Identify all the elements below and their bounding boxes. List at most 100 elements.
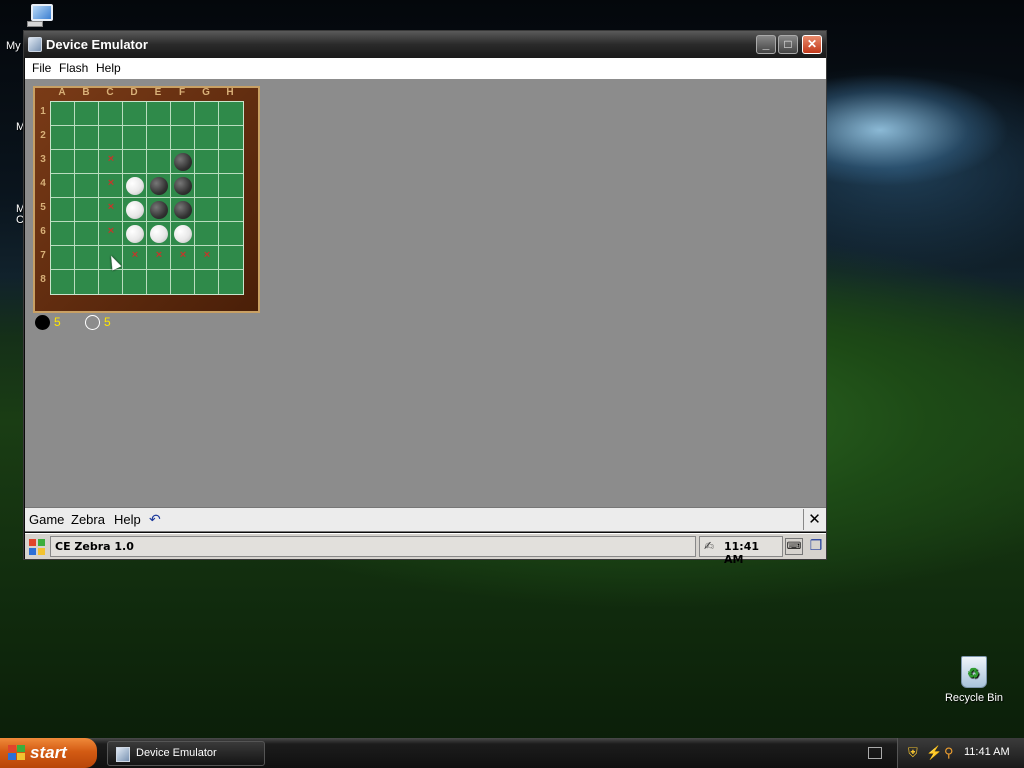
network-icon[interactable]: ⚡	[926, 745, 942, 761]
board-cell[interactable]	[123, 126, 147, 150]
security-shield-icon[interactable]: ⛨	[908, 745, 918, 761]
board-cell[interactable]	[219, 174, 243, 198]
board-cell[interactable]	[219, 126, 243, 150]
maximize-button[interactable]: □	[778, 35, 798, 54]
board-cell[interactable]	[195, 174, 219, 198]
search-icon[interactable]: ⚲	[944, 745, 954, 761]
ce-close-button[interactable]: ✕	[803, 509, 825, 530]
window-switch-icon[interactable]: ❐	[807, 537, 825, 556]
legal-move-marker[interactable]: ×	[171, 249, 195, 261]
board-cell[interactable]	[195, 150, 219, 174]
board-cell[interactable]	[195, 102, 219, 126]
row-label: 7	[40, 250, 46, 261]
board-cell[interactable]	[171, 102, 195, 126]
othello-board[interactable]: × × × × × × × × ABCDEFGH12345678	[33, 86, 260, 313]
device-screen[interactable]: × × × × × × × × ABCDEFGH12345678 5 5	[25, 79, 826, 507]
board-cell[interactable]	[147, 222, 171, 246]
board-cell[interactable]: ×	[99, 174, 123, 198]
board-cell[interactable]	[51, 270, 75, 294]
windows-flag-icon[interactable]	[27, 537, 47, 557]
menu-flash[interactable]: Flash	[59, 61, 88, 75]
board-cell[interactable]	[75, 198, 99, 222]
board-cell[interactable]: ×	[123, 246, 147, 270]
recycle-bin[interactable]: ♻ Recycle Bin	[938, 656, 1010, 704]
board-cell[interactable]: ×	[99, 222, 123, 246]
legal-move-marker[interactable]: ×	[99, 201, 123, 213]
board-cell[interactable]	[75, 102, 99, 126]
board-cell[interactable]	[195, 270, 219, 294]
board-cell[interactable]	[171, 174, 195, 198]
board-cell[interactable]	[171, 150, 195, 174]
board-cell[interactable]	[147, 174, 171, 198]
board-cell[interactable]	[123, 198, 147, 222]
legal-move-marker[interactable]: ×	[99, 177, 123, 189]
board-cell[interactable]	[171, 198, 195, 222]
board-cell[interactable]	[51, 126, 75, 150]
board-cell[interactable]	[195, 126, 219, 150]
connection-icon[interactable]: ✍	[704, 539, 720, 554]
minimize-button[interactable]: _	[756, 35, 776, 54]
board-cell[interactable]	[171, 270, 195, 294]
menu-help[interactable]: Help	[96, 61, 121, 75]
board-cell[interactable]	[219, 102, 243, 126]
legal-move-marker[interactable]: ×	[99, 225, 123, 237]
keyboard-icon[interactable]: ⌨	[785, 538, 803, 555]
board-cell[interactable]	[219, 270, 243, 294]
board-cell[interactable]	[75, 174, 99, 198]
board-cell[interactable]	[75, 270, 99, 294]
start-button[interactable]: start	[0, 738, 97, 768]
undo-icon[interactable]: ↶	[149, 511, 161, 528]
title-bar[interactable]: Device Emulator _ □ ✕	[24, 31, 826, 58]
board-cell[interactable]	[123, 150, 147, 174]
board-cell[interactable]	[123, 102, 147, 126]
board-cell[interactable]	[51, 198, 75, 222]
board-cell[interactable]	[51, 102, 75, 126]
board-cell[interactable]	[75, 126, 99, 150]
legal-move-marker[interactable]: ×	[195, 249, 219, 261]
board-cell[interactable]: ×	[99, 150, 123, 174]
board-cell[interactable]	[51, 174, 75, 198]
board-cell[interactable]	[123, 174, 147, 198]
menu-file[interactable]: File	[32, 61, 51, 75]
board-cell[interactable]	[123, 270, 147, 294]
menu-game[interactable]: Game	[29, 512, 64, 527]
menu-ce-help[interactable]: Help	[114, 512, 141, 527]
board-cell[interactable]	[219, 150, 243, 174]
board-cell[interactable]	[195, 222, 219, 246]
board-cell[interactable]	[147, 270, 171, 294]
board-cell[interactable]	[147, 102, 171, 126]
board-cell[interactable]	[195, 198, 219, 222]
board-cell[interactable]	[51, 222, 75, 246]
board-cell[interactable]	[171, 126, 195, 150]
taskbar-device-emulator[interactable]: Device Emulator	[107, 741, 265, 766]
board-cell[interactable]	[219, 246, 243, 270]
board-cell[interactable]	[51, 246, 75, 270]
board-cell[interactable]	[171, 222, 195, 246]
board-cell[interactable]	[147, 150, 171, 174]
board-cell[interactable]	[123, 222, 147, 246]
board-cell[interactable]	[147, 126, 171, 150]
board-cell[interactable]: ×	[195, 246, 219, 270]
language-bar-icon[interactable]	[868, 747, 882, 759]
board-cell[interactable]	[75, 246, 99, 270]
ce-task-button[interactable]: CE Zebra 1.0	[50, 536, 696, 557]
legal-move-marker[interactable]: ×	[123, 249, 147, 261]
board-cell[interactable]	[75, 222, 99, 246]
board-cell[interactable]: ×	[171, 246, 195, 270]
legal-move-marker[interactable]: ×	[147, 249, 171, 261]
legal-move-marker[interactable]: ×	[99, 153, 123, 165]
board-grid[interactable]: × × × × × × × ×	[50, 101, 244, 295]
board-cell[interactable]	[75, 150, 99, 174]
board-cell[interactable]: ×	[99, 198, 123, 222]
close-button[interactable]: ✕	[802, 35, 822, 54]
board-cell[interactable]	[219, 222, 243, 246]
board-cell[interactable]	[99, 270, 123, 294]
menu-zebra[interactable]: Zebra	[71, 512, 105, 527]
board-cell[interactable]	[51, 150, 75, 174]
board-cell[interactable]	[147, 198, 171, 222]
board-cell[interactable]	[219, 198, 243, 222]
board-cell[interactable]: ×	[147, 246, 171, 270]
board-cell[interactable]	[99, 102, 123, 126]
board-cell[interactable]	[99, 126, 123, 150]
my-computer-icon[interactable]: My	[6, 2, 62, 52]
